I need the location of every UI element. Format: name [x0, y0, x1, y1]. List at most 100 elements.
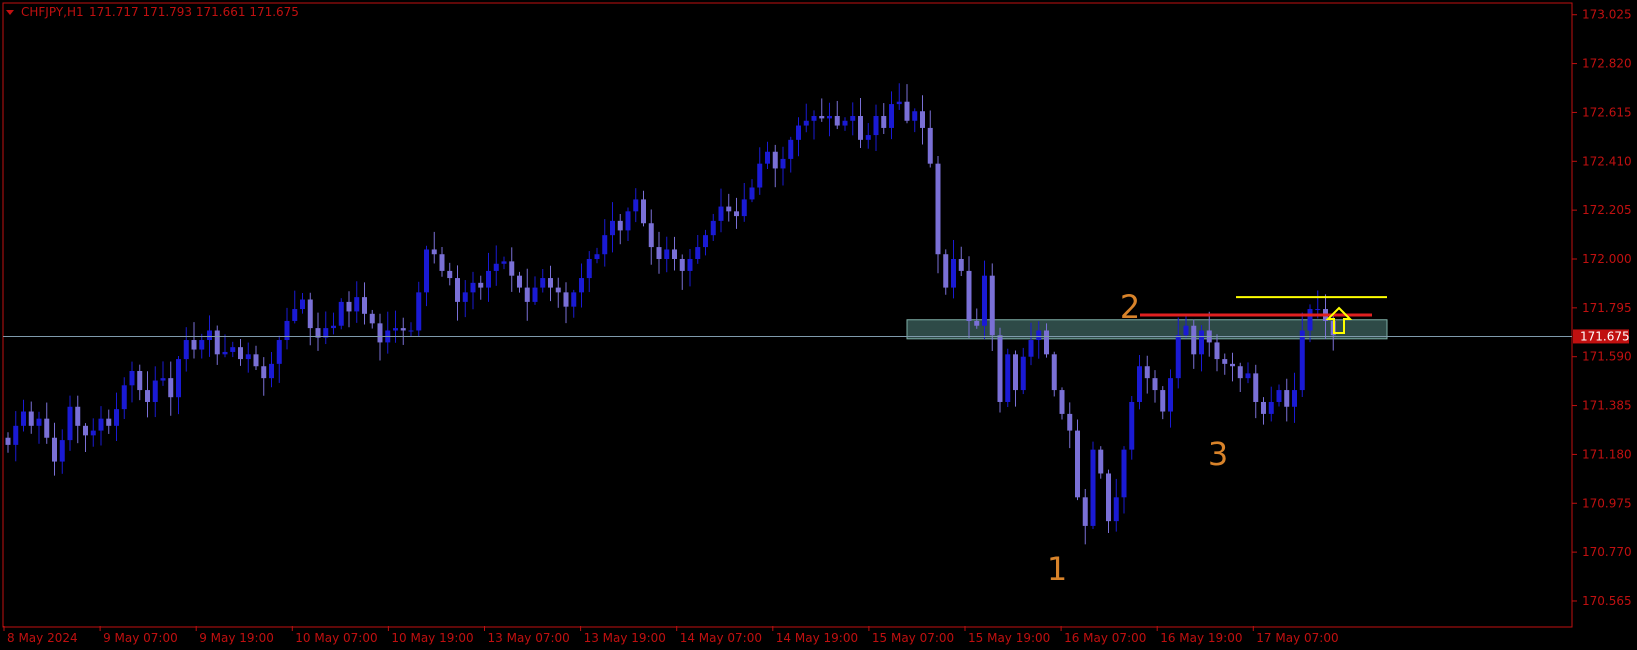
candle-body[interactable]	[276, 340, 282, 364]
candle-body[interactable]	[470, 282, 476, 293]
candle-body[interactable]	[1175, 335, 1181, 379]
candle-body[interactable]	[796, 125, 801, 140]
candle-body[interactable]	[571, 292, 577, 307]
candle-body[interactable]	[245, 354, 251, 360]
candle-body[interactable]	[943, 254, 949, 288]
candle-body[interactable]	[455, 278, 460, 302]
candle-body[interactable]	[1253, 373, 1259, 402]
candle-body[interactable]	[1284, 390, 1290, 407]
candle-body[interactable]	[67, 406, 73, 441]
candle-body[interactable]	[850, 116, 856, 121]
candle-body[interactable]	[873, 116, 879, 136]
candle-body[interactable]	[199, 340, 205, 350]
candle-body[interactable]	[1106, 473, 1111, 522]
candle-body[interactable]	[416, 292, 422, 331]
candle-body[interactable]	[300, 299, 305, 310]
candle-body[interactable]	[772, 151, 778, 169]
candle-body[interactable]	[842, 120, 848, 126]
candle-body[interactable]	[896, 101, 902, 105]
candle-body[interactable]	[13, 425, 19, 445]
candle-body[interactable]	[1160, 390, 1166, 412]
candle-body[interactable]	[28, 411, 34, 426]
candle-body[interactable]	[920, 111, 925, 128]
candle-body[interactable]	[1005, 354, 1011, 402]
candle-body[interactable]	[695, 247, 701, 259]
candle-body[interactable]	[1051, 354, 1057, 391]
candle-body[interactable]	[129, 371, 135, 386]
candle-body[interactable]	[997, 335, 1003, 402]
candle-body[interactable]	[780, 158, 786, 169]
candle-body[interactable]	[1152, 378, 1158, 391]
candle-body[interactable]	[889, 104, 894, 128]
candle-body[interactable]	[369, 313, 375, 324]
candle-body[interactable]	[858, 116, 863, 140]
candle-body[interactable]	[1292, 390, 1297, 407]
candle-body[interactable]	[679, 258, 685, 271]
candle-body[interactable]	[261, 366, 267, 379]
candle-body[interactable]	[1230, 363, 1235, 367]
candle-body[interactable]	[292, 309, 298, 321]
candle-body[interactable]	[555, 287, 561, 293]
candle-body[interactable]	[1137, 366, 1142, 402]
candle-body[interactable]	[439, 254, 445, 271]
candle-body[interactable]	[493, 263, 499, 271]
candle-body[interactable]	[1090, 449, 1096, 526]
candle-body[interactable]	[517, 275, 522, 288]
candle-body[interactable]	[377, 323, 383, 343]
candle-body[interactable]	[75, 406, 81, 426]
candle-body[interactable]	[1129, 401, 1135, 450]
candle-body[interactable]	[788, 139, 794, 159]
candle-body[interactable]	[5, 437, 11, 445]
candle-body[interactable]	[83, 425, 88, 436]
candle-body[interactable]	[1299, 330, 1305, 391]
candle-body[interactable]	[819, 116, 825, 119]
candle-body[interactable]	[579, 278, 584, 293]
candle-body[interactable]	[222, 351, 228, 355]
candle-body[interactable]	[1028, 340, 1034, 357]
candle-body[interactable]	[811, 116, 817, 121]
candle-body[interactable]	[1268, 401, 1274, 414]
candle-body[interactable]	[1307, 309, 1313, 331]
candle-body[interactable]	[1067, 413, 1073, 431]
candle-body[interactable]	[633, 199, 639, 212]
candle-body[interactable]	[904, 101, 910, 121]
candle-body[interactable]	[253, 354, 259, 367]
candle-body[interactable]	[183, 340, 189, 360]
candle-body[interactable]	[648, 223, 654, 248]
candle-body[interactable]	[393, 328, 398, 331]
candle-body[interactable]	[540, 278, 546, 288]
candle-body[interactable]	[1237, 366, 1243, 379]
candle-body[interactable]	[1113, 497, 1119, 522]
candle-body[interactable]	[703, 235, 708, 248]
candle-body[interactable]	[1013, 354, 1018, 391]
candle-body[interactable]	[672, 249, 677, 259]
candle-body[interactable]	[152, 380, 158, 402]
candle-body[interactable]	[834, 116, 840, 126]
candle-body[interactable]	[625, 211, 631, 231]
candle-body[interactable]	[958, 258, 964, 271]
candle-body[interactable]	[664, 249, 670, 259]
candle-body[interactable]	[486, 270, 491, 288]
candle-body[interactable]	[1315, 309, 1321, 311]
candle-body[interactable]	[21, 411, 26, 426]
candle-body[interactable]	[191, 340, 197, 350]
candle-body[interactable]	[1214, 342, 1220, 360]
candle-body[interactable]	[912, 111, 918, 121]
candle-body[interactable]	[610, 220, 615, 236]
candle-body[interactable]	[710, 220, 716, 236]
candle-body[interactable]	[749, 187, 755, 200]
candle-body[interactable]	[114, 409, 119, 426]
candle-body[interactable]	[757, 163, 763, 188]
candle-body[interactable]	[865, 135, 871, 140]
candle-body[interactable]	[214, 330, 220, 355]
candle-body[interactable]	[447, 270, 453, 279]
candle-body[interactable]	[641, 199, 646, 224]
candle-body[interactable]	[160, 378, 166, 381]
candle-body[interactable]	[478, 282, 484, 288]
candle-body[interactable]	[687, 258, 693, 271]
candle-body[interactable]	[1044, 330, 1049, 355]
candle-body[interactable]	[1144, 366, 1150, 379]
candle-body[interactable]	[44, 418, 50, 438]
candle-body[interactable]	[726, 206, 732, 212]
candle-body[interactable]	[548, 278, 553, 288]
